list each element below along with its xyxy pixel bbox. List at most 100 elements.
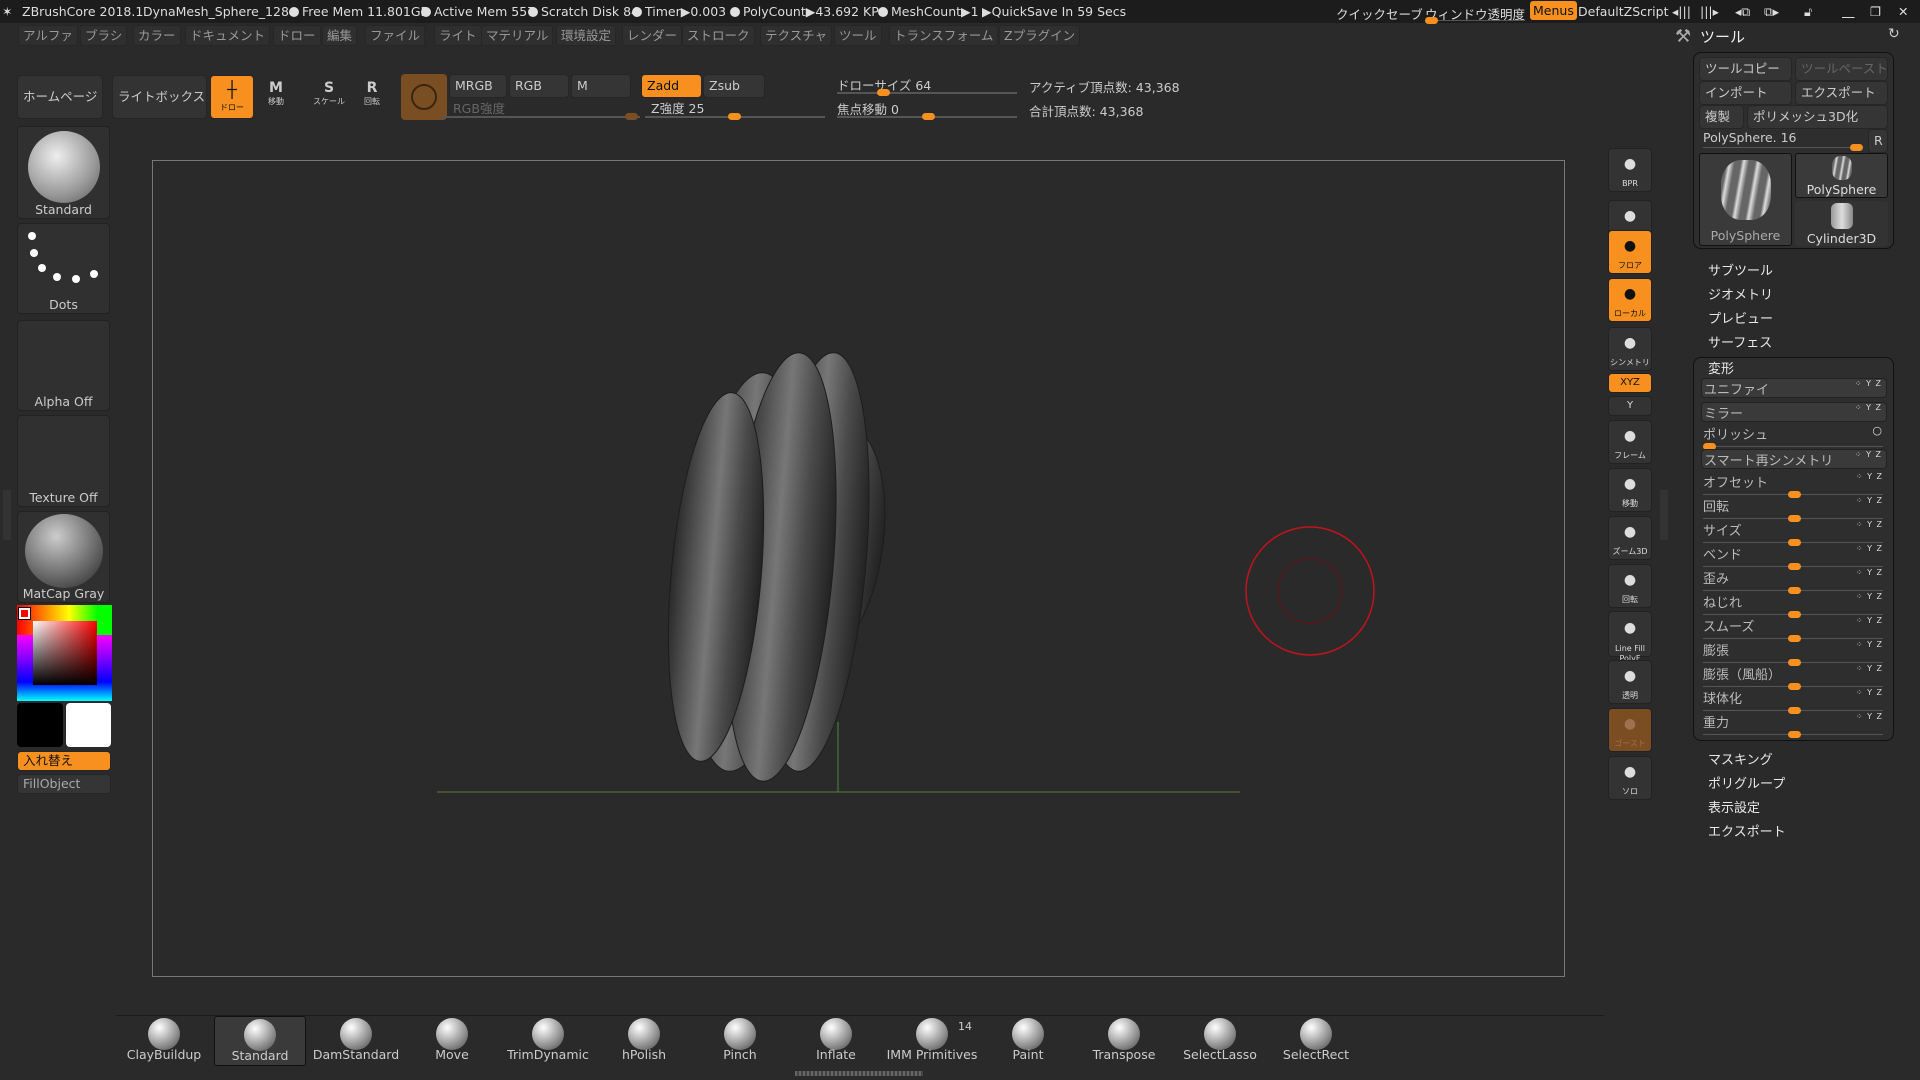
lock-icon[interactable]: 🔓︎ xyxy=(1804,4,1812,20)
z-intensity-slider[interactable] xyxy=(645,113,825,120)
scale-mode-button[interactable]: S スケール xyxy=(313,80,345,107)
deform-item-10[interactable]: スムーズ ⁘ Y Z xyxy=(1701,616,1887,642)
deform-item-6[interactable]: サイズ ⁘ Y Z xyxy=(1701,520,1887,546)
deform-slider[interactable] xyxy=(1703,587,1883,594)
section-after-1[interactable]: ポリグループ xyxy=(1708,773,1785,792)
deform-item-5[interactable]: 回転 ⁘ Y Z xyxy=(1701,496,1887,522)
deform-slider[interactable] xyxy=(1703,731,1883,738)
deform-item-11[interactable]: 膨張 ⁘ Y Z xyxy=(1701,640,1887,666)
canvas-area[interactable] xyxy=(116,122,1604,1015)
export-button[interactable]: エクスポート xyxy=(1795,81,1888,105)
home-page-button[interactable]: ホームページ xyxy=(17,75,103,119)
m-button[interactable]: M xyxy=(571,74,631,98)
alpha-selector[interactable]: Alpha Off xyxy=(17,320,110,411)
section-after-2[interactable]: 表示設定 xyxy=(1708,797,1760,816)
polyframe-button[interactable]: ● Line Fill PolyF xyxy=(1608,611,1652,663)
deform-item-4[interactable]: オフセット ⁘ Y Z xyxy=(1701,472,1887,498)
local-button[interactable]: ● ローカル xyxy=(1608,278,1652,322)
deform-slider[interactable] xyxy=(1703,683,1883,690)
menu-6[interactable]: ファイル xyxy=(365,25,426,46)
brush-claybuildup[interactable]: ClayBuildup xyxy=(118,1016,210,1066)
tool-thumb-polysphere[interactable]: PolySphere xyxy=(1795,153,1888,198)
brush-selector[interactable]: Standard xyxy=(17,126,110,219)
deform-slider[interactable] xyxy=(1703,635,1883,642)
frame-button[interactable]: ● フレーム xyxy=(1608,420,1652,464)
section-0[interactable]: サブツール xyxy=(1708,260,1773,279)
restore-icon[interactable]: ❐ xyxy=(1870,4,1881,19)
deform-item-1[interactable]: ミラー ⁘ Y Z xyxy=(1701,402,1887,422)
tool-paste-button[interactable]: ツールペースト xyxy=(1795,57,1888,81)
menu-4[interactable]: ドロー xyxy=(273,25,321,46)
section-1[interactable]: ジオメトリ xyxy=(1708,284,1773,303)
secondary-color-box[interactable] xyxy=(66,703,111,747)
zsub-button[interactable]: Zsub xyxy=(703,74,765,98)
deform-item-0[interactable]: ユニファイ ⁘ Y Z xyxy=(1701,378,1887,398)
brush-standard[interactable]: Standard xyxy=(214,1016,306,1066)
section-after-3[interactable]: エクスポート xyxy=(1708,821,1786,840)
stroke-selector[interactable]: Dots xyxy=(17,223,110,314)
section-2[interactable]: プレビュー xyxy=(1708,308,1773,327)
deform-slider[interactable] xyxy=(1703,707,1883,714)
brush-pinch[interactable]: Pinch xyxy=(694,1016,786,1066)
brush-selectlasso[interactable]: SelectLasso xyxy=(1174,1016,1266,1066)
ghost-button[interactable]: ● ゴースト xyxy=(1608,708,1652,752)
deform-slider[interactable] xyxy=(1703,491,1883,498)
deform-item-2[interactable]: ポリッシュ ○ xyxy=(1701,424,1887,450)
symmetry-button[interactable]: ● シンメトリ xyxy=(1608,327,1652,371)
mrgb-button[interactable]: MRGB xyxy=(449,74,507,98)
menu-3[interactable]: ドキュメント xyxy=(185,25,271,46)
solo-button[interactable]: ● ソロ xyxy=(1608,756,1652,800)
deform-item-14[interactable]: 重力 ⁘ Y Z xyxy=(1701,712,1887,738)
menu-11[interactable]: ストローク xyxy=(682,25,755,46)
draw-size-slider[interactable] xyxy=(837,89,1017,96)
brush-selectrect[interactable]: SelectRect xyxy=(1270,1016,1362,1066)
menu-12[interactable]: テクスチャ xyxy=(760,25,833,46)
next-layout-icon[interactable]: ⧉▸ xyxy=(1764,4,1779,20)
right-tray-handle[interactable] xyxy=(1660,490,1668,540)
viewport[interactable] xyxy=(116,122,1604,1015)
tool-thumb-cylinder[interactable]: Cylinder3D xyxy=(1795,201,1888,246)
make-polymesh-button[interactable]: ポリメッシュ3D化 xyxy=(1747,105,1888,129)
r-button[interactable]: R xyxy=(1868,129,1888,153)
window-transparency-slider[interactable]: ウィンドウ透明度 xyxy=(1425,4,1525,24)
close-icon[interactable]: ✕ xyxy=(1898,4,1908,19)
brush-transpose[interactable]: Transpose xyxy=(1078,1016,1170,1066)
shrink-interface-icon[interactable]: ◂||| xyxy=(1672,4,1691,19)
minimize-icon[interactable]: ⎽ xyxy=(1842,4,1855,20)
deform-item-13[interactable]: 球体化 ⁘ Y Z xyxy=(1701,688,1887,714)
tool-thumb-current[interactable]: PolySphere xyxy=(1699,153,1792,246)
polysphere-slider[interactable] xyxy=(1703,144,1863,151)
swap-colors-button[interactable]: 入れ替え xyxy=(17,751,111,771)
menu-13[interactable]: ツール xyxy=(834,25,882,46)
brush-damstandard[interactable]: DamStandard xyxy=(310,1016,402,1066)
material-sphere-button[interactable] xyxy=(401,74,447,120)
menu-9[interactable]: 環境設定 xyxy=(556,25,617,46)
menu-2[interactable]: カラー xyxy=(133,25,181,46)
deform-slider[interactable] xyxy=(1703,659,1883,666)
rotate-mode-button[interactable]: R 回転 xyxy=(364,80,380,107)
zbrush-logo-icon[interactable]: ✶ xyxy=(2,4,12,19)
clone-button[interactable]: 複製 xyxy=(1699,105,1744,129)
prev-layout-icon[interactable]: ◂⧉ xyxy=(1735,4,1750,20)
move-button[interactable]: ● 移動 xyxy=(1608,468,1652,512)
brush-paint[interactable]: Paint xyxy=(982,1016,1074,1066)
bpr-button[interactable]: ● BPR xyxy=(1608,148,1652,192)
import-button[interactable]: インポート xyxy=(1699,81,1792,105)
menu-14[interactable]: トランスフォーム xyxy=(889,25,999,46)
menu-8[interactable]: マテリアル xyxy=(481,25,554,46)
tool-copy-button[interactable]: ツールコピー xyxy=(1699,57,1792,81)
color-picker[interactable] xyxy=(17,605,112,701)
section-after-0[interactable]: マスキング xyxy=(1708,749,1773,768)
menu-7[interactable]: ライト xyxy=(434,25,482,46)
deform-item-8[interactable]: 歪み ⁘ Y Z xyxy=(1701,568,1887,594)
section-3[interactable]: サーフェス xyxy=(1708,332,1772,351)
reset-icon[interactable]: ↻ xyxy=(1888,26,1900,42)
default-zscript-button[interactable]: DefaultZScript xyxy=(1578,4,1669,19)
fill-object-button[interactable]: FillObject xyxy=(17,774,111,794)
move-mode-button[interactable]: M 移動 xyxy=(268,80,284,107)
expand-interface-icon[interactable]: |||▸ xyxy=(1700,4,1719,19)
xyz-button[interactable]: XYZ xyxy=(1608,373,1652,393)
rgb-intensity-slider[interactable] xyxy=(440,113,640,120)
floor-button[interactable]: ● フロア xyxy=(1608,230,1652,274)
rotate-y-button[interactable]: Y xyxy=(1608,396,1652,416)
